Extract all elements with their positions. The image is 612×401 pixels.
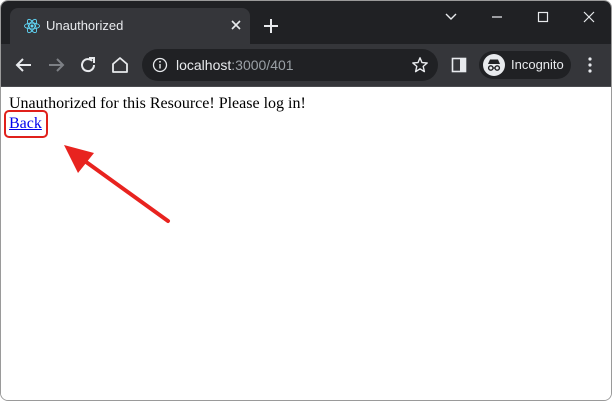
browser-toolbar: localhost:3000/401 Incognito <box>1 44 611 87</box>
browser-tab[interactable]: Unauthorized <box>10 8 250 44</box>
window-close-icon[interactable] <box>579 9 599 25</box>
chevron-down-icon[interactable] <box>441 9 461 25</box>
page-content: Unauthorized for this Resource! Please l… <box>1 87 611 400</box>
annotation-highlight-box <box>4 110 48 138</box>
incognito-badge[interactable]: Incognito <box>479 51 571 79</box>
annotation-arrow <box>64 145 170 223</box>
kebab-menu-icon[interactable] <box>585 56 595 74</box>
side-panel-icon[interactable] <box>451 57 467 73</box>
home-icon[interactable] <box>109 54 131 76</box>
url-path: :3000/401 <box>231 57 294 73</box>
reload-icon[interactable] <box>77 54 99 76</box>
arrow-left-icon[interactable] <box>13 54 35 76</box>
title-bar: Unauthorized <box>1 1 611 44</box>
tab-title: Unauthorized <box>46 18 124 33</box>
browser-window: Unauthorized localhost:3000/401 Incognit… <box>0 0 612 401</box>
arrow-right-icon[interactable] <box>45 54 67 76</box>
info-icon[interactable] <box>152 57 168 73</box>
url-text[interactable]: localhost:3000/401 <box>176 57 294 73</box>
unauthorized-message: Unauthorized for this Resource! Please l… <box>9 95 306 112</box>
react-icon <box>24 18 40 34</box>
profile-label: Incognito <box>511 57 564 72</box>
incognito-icon <box>483 54 505 76</box>
maximize-icon[interactable] <box>533 9 553 25</box>
star-icon[interactable] <box>411 56 429 74</box>
url-host: localhost <box>176 57 232 73</box>
plus-icon[interactable] <box>262 17 280 35</box>
close-icon[interactable] <box>228 17 244 33</box>
minimize-icon[interactable] <box>487 9 507 25</box>
address-bar[interactable]: localhost:3000/401 <box>142 49 438 81</box>
